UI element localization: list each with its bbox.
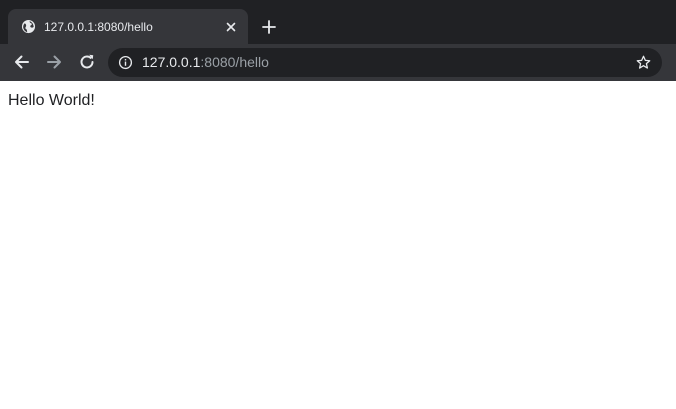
browser-window: 127.0.0.1:8080/hello 127.0.0.1:8080/hell… [0, 0, 676, 409]
reload-icon [80, 54, 94, 69]
url-text: 127.0.0.1:8080/hello [142, 54, 269, 71]
new-tab-button[interactable] [257, 15, 281, 39]
star-icon[interactable] [635, 54, 652, 71]
address-bar[interactable]: 127.0.0.1:8080/hello [108, 48, 662, 77]
page-content: Hello World! [0, 81, 676, 409]
url-host: 127.0.0.1 [142, 54, 201, 70]
tab-title: 127.0.0.1:8080/hello [44, 20, 153, 34]
back-button[interactable] [12, 52, 32, 72]
close-icon[interactable] [223, 19, 239, 35]
globe-icon [21, 19, 36, 34]
info-icon[interactable] [118, 55, 133, 70]
page-text: Hello World! [8, 92, 95, 109]
url-path: :8080/hello [200, 54, 269, 70]
active-tab[interactable]: 127.0.0.1:8080/hello [8, 9, 248, 44]
forward-button[interactable] [44, 52, 64, 72]
arrow-left-icon [15, 55, 29, 69]
toolbar: 127.0.0.1:8080/hello [0, 44, 676, 81]
reload-button[interactable] [77, 52, 97, 72]
arrow-right-icon [47, 55, 61, 69]
tab-strip: 127.0.0.1:8080/hello [0, 0, 676, 44]
